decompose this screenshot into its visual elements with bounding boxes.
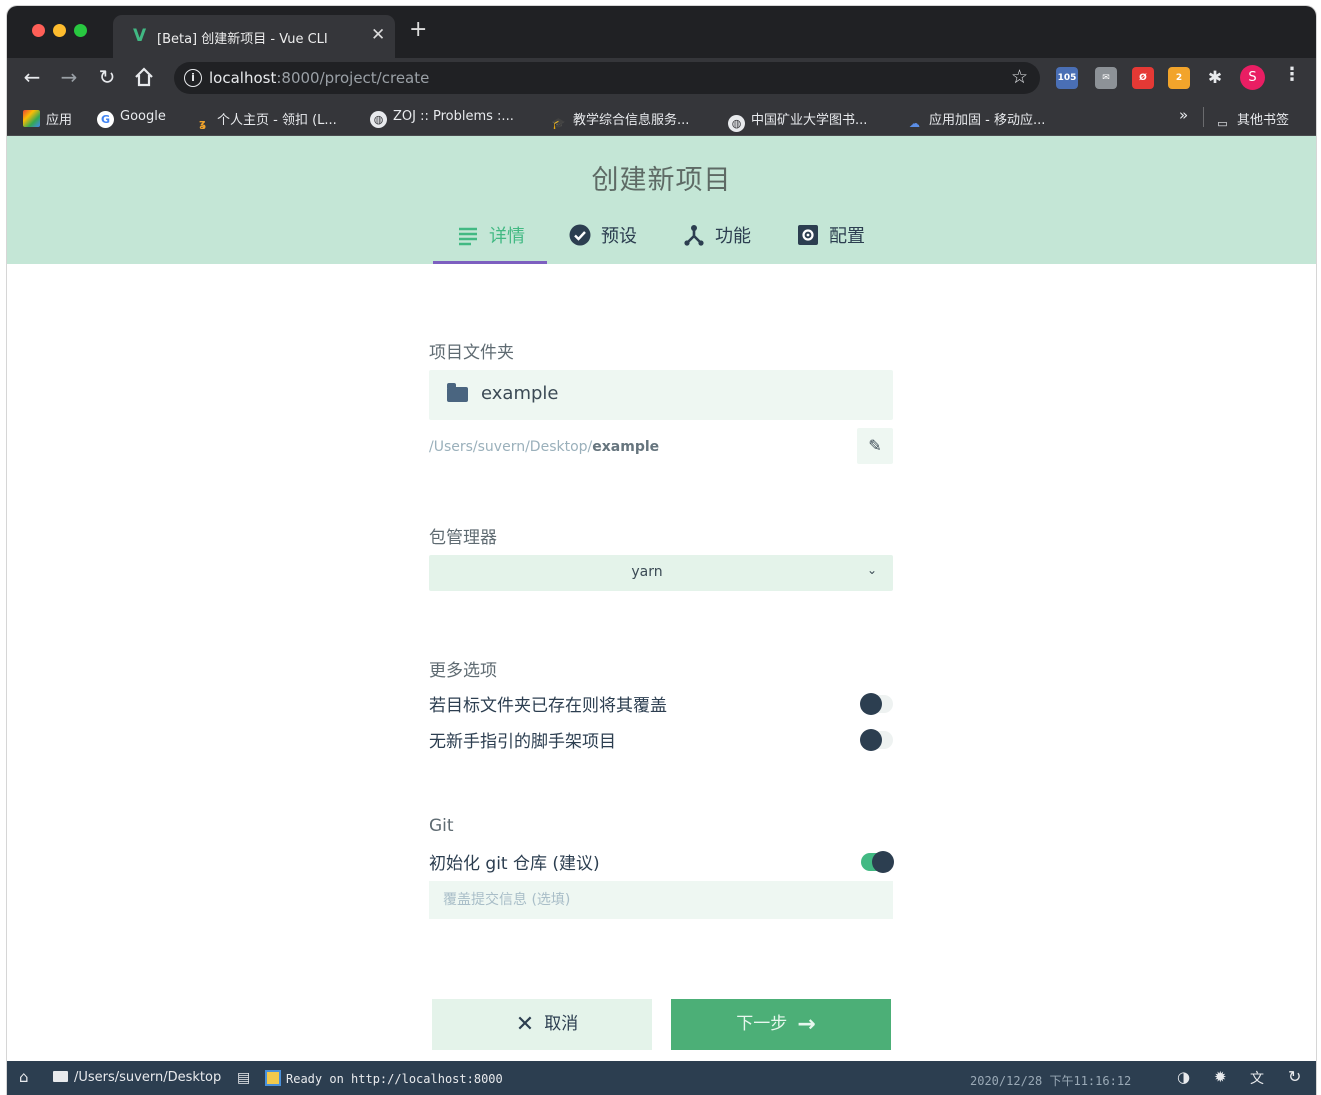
- bookmark-school[interactable]: 🎓 教学综合信息服务...: [550, 109, 690, 132]
- settings-box-icon: [798, 225, 818, 245]
- new-tab-button[interactable]: +: [409, 19, 427, 41]
- home-icon[interactable]: [130, 63, 158, 91]
- next-step-button[interactable]: 下一步 →: [671, 999, 891, 1050]
- chevron-down-icon: ⌄: [866, 563, 877, 577]
- folder-icon: ▭: [1217, 117, 1228, 130]
- bookmark-google[interactable]: G Google: [97, 109, 166, 128]
- status-bar: ⌂ /Users/suvern/Desktop ▤ Ready on http:…: [7, 1061, 1316, 1095]
- home-icon[interactable]: ⌂: [19, 1068, 29, 1086]
- reload-icon[interactable]: ↻: [93, 63, 121, 91]
- app-icon[interactable]: Ø: [1132, 67, 1154, 89]
- vue-logo-icon: V: [133, 26, 147, 46]
- cloud-icon: ☁: [909, 117, 920, 130]
- folder-icon: [447, 383, 468, 402]
- page-title: 创建新项目: [591, 165, 732, 196]
- tab-presets[interactable]: 预设: [569, 222, 637, 262]
- dark-mode-icon[interactable]: ◑: [1177, 1068, 1190, 1086]
- cwd-button[interactable]: /Users/suvern/Desktop: [53, 1070, 221, 1085]
- bookmarks-overflow-button[interactable]: »: [1179, 106, 1188, 124]
- puzzle-icon[interactable]: ✱: [1204, 67, 1226, 89]
- globe-icon: ◍: [370, 111, 387, 128]
- toggle-knob: [860, 729, 882, 751]
- project-folder-value: example: [481, 383, 559, 404]
- close-icon: ✕: [515, 1012, 535, 1037]
- arrow-right-icon: →: [797, 1012, 816, 1037]
- google-icon: G: [97, 111, 114, 128]
- overwrite-toggle[interactable]: [860, 693, 893, 715]
- cancel-button[interactable]: ✕ 取消: [432, 999, 652, 1050]
- bookmark-zoj[interactable]: ◍ ZOJ :: Problems :...: [370, 109, 514, 128]
- browser-window: V [Beta] 创建新项目 - Vue CLI ✕ + ← → ↻ i loc…: [7, 6, 1316, 1095]
- package-manager-value: yarn: [631, 564, 663, 580]
- page-content: 创建新项目 详情 预设 功能 配置 项目文件夹 example /Users/s…: [7, 136, 1316, 1061]
- more-options-label: 更多选项: [429, 661, 497, 681]
- package-manager-select[interactable]: yarn ⌄: [429, 555, 893, 591]
- toggle-knob: [872, 851, 894, 873]
- overwrite-option-label: 若目标文件夹已存在则将其覆盖: [429, 696, 667, 716]
- bookmark-app-harden[interactable]: ☁ 应用加固 - 移动应...: [906, 109, 1045, 132]
- tab-strip: V [Beta] 创建新项目 - Vue CLI ✕ +: [7, 6, 1316, 58]
- toggle-knob: [860, 693, 882, 715]
- bookmark-star-icon[interactable]: ☆: [1011, 66, 1028, 88]
- folder-icon: [53, 1071, 68, 1082]
- log-button[interactable]: Ready on http://localhost:8000: [265, 1070, 503, 1087]
- apps-grid-icon: [23, 110, 40, 127]
- git-section-label: Git: [429, 816, 454, 836]
- package-manager-label: 包管理器: [429, 528, 497, 548]
- refresh-icon[interactable]: ↻: [1288, 1067, 1301, 1086]
- active-tab-indicator: [433, 261, 547, 264]
- back-icon[interactable]: ←: [18, 63, 46, 91]
- calendar-icon[interactable]: 105: [1056, 67, 1078, 89]
- git-init-label: 初始化 git 仓库 (建议): [429, 854, 600, 874]
- project-folder-input[interactable]: example: [429, 370, 893, 420]
- other-bookmarks[interactable]: ▭ 其他书签: [1214, 109, 1289, 132]
- tab-features[interactable]: 功能: [683, 222, 751, 262]
- bookmark-library[interactable]: ◍ 中国矿业大学图书...: [728, 109, 867, 132]
- bookmarks-divider: [1203, 107, 1204, 127]
- bug-report-icon[interactable]: ✹: [1214, 1068, 1227, 1086]
- console-icon[interactable]: ▤: [237, 1070, 250, 1086]
- folder-section-label: 项目文件夹: [429, 343, 514, 363]
- site-info-icon[interactable]: i: [184, 69, 202, 87]
- maximize-window-button[interactable]: [74, 24, 87, 37]
- no-guide-option-label: 无新手指引的脚手架项目: [429, 732, 616, 752]
- translate-icon[interactable]: 文: [1250, 1068, 1264, 1088]
- globe-icon: ◍: [728, 115, 745, 132]
- bookmark-apps[interactable]: 应用: [23, 109, 72, 128]
- browser-toolbar: ← → ↻ i localhost:8000/project/create ☆ …: [7, 58, 1316, 98]
- project-path: /Users/suvern/Desktop/example: [429, 439, 660, 455]
- minimize-window-button[interactable]: [53, 24, 66, 37]
- browser-menu-icon[interactable]: ⋮: [1283, 64, 1301, 85]
- address-bar[interactable]: i localhost:8000/project/create ☆: [174, 62, 1040, 94]
- pencil-icon: ✎: [868, 436, 882, 455]
- rss-icon[interactable]: 2: [1168, 67, 1190, 89]
- forward-icon[interactable]: →: [55, 63, 83, 91]
- leetcode-icon: ʓ: [198, 117, 207, 130]
- fork-icon: [684, 225, 704, 246]
- check-circle-icon: [569, 224, 591, 246]
- tab-details[interactable]: 详情: [457, 222, 525, 262]
- bookmark-leetcode[interactable]: ʓ 个人主页 - 领扣 (L...: [194, 109, 337, 132]
- no-guide-toggle[interactable]: [860, 729, 893, 751]
- status-datetime: 2020/12/28 下午11:16:12: [970, 1074, 1132, 1088]
- close-tab-icon[interactable]: ✕: [371, 25, 385, 45]
- browser-tab[interactable]: V [Beta] 创建新项目 - Vue CLI ✕: [113, 15, 395, 58]
- mail-icon[interactable]: ✉: [1095, 67, 1117, 89]
- details-icon: [459, 227, 477, 246]
- commit-message-input[interactable]: [429, 881, 893, 919]
- git-init-toggle[interactable]: [861, 851, 894, 873]
- bookmarks-bar: 应用 G Google ʓ 个人主页 - 领扣 (L... ◍ ZOJ :: Prob…: [7, 98, 1316, 136]
- terminal-icon: [265, 1070, 281, 1086]
- page-header: 创建新项目 详情 预设 功能 配置: [7, 136, 1316, 264]
- school-icon: 🎓: [551, 117, 566, 130]
- close-window-button[interactable]: [32, 24, 45, 37]
- url-text: localhost:8000/project/create: [209, 69, 430, 87]
- tab-title: [Beta] 创建新项目 - Vue CLI: [157, 32, 328, 47]
- tab-config[interactable]: 配置: [797, 222, 865, 262]
- edit-path-button[interactable]: ✎: [857, 428, 893, 464]
- profile-avatar[interactable]: S: [1240, 65, 1265, 90]
